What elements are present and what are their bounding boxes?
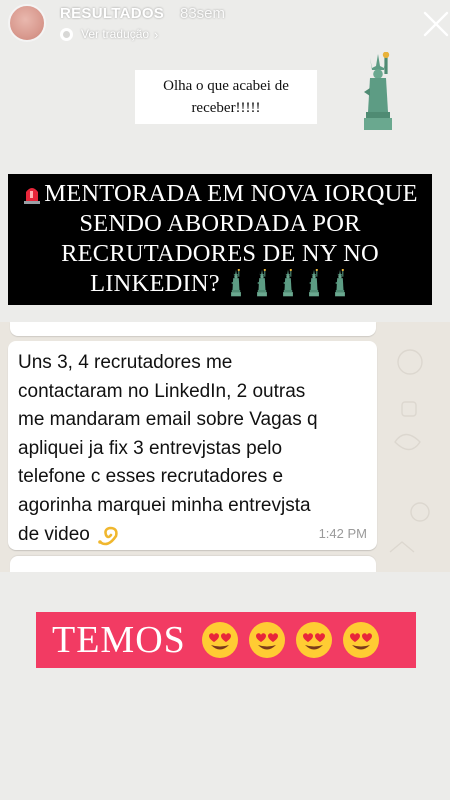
temos-banner: TEMOS <box>36 612 416 668</box>
banner-text: TEMOS <box>52 619 186 661</box>
next-message-bubble <box>10 556 376 572</box>
translate-link[interactable]: Ver tradução › <box>60 25 158 43</box>
heart-eyes-emoji <box>200 620 240 660</box>
message-text: Uns 3, 4 recrutadores me contactaram no … <box>18 352 318 545</box>
statue-of-liberty-icon <box>304 269 324 297</box>
account-name[interactable]: RESULTADOS <box>60 5 164 22</box>
police-siren-icon <box>24 188 41 204</box>
caption-box: Olha o que acabei de receber!!!!! <box>135 70 317 124</box>
avatar[interactable] <box>8 4 46 42</box>
chevron-right-icon: › <box>154 26 159 42</box>
statue-of-liberty-icon <box>278 269 298 297</box>
heart-eyes-emoji <box>341 620 381 660</box>
statue-of-liberty-icon <box>252 269 272 297</box>
message-bubble: Uns 3, 4 recrutadores me contactaram no … <box>8 341 377 550</box>
statue-icons <box>220 270 350 297</box>
heart-eyes-emoji <box>294 620 334 660</box>
globe-icon <box>60 27 73 41</box>
headline-box: MENTORADA EM NOVA IORQUE SENDO ABORDADA … <box>8 174 432 305</box>
statue-of-liberty-icon <box>226 269 246 297</box>
caption-text: Olha o que acabei de receber!!!!! <box>163 78 289 116</box>
story-header: RESULTADOS 83sem Ver tradução › <box>0 0 450 50</box>
close-button[interactable] <box>418 8 450 40</box>
statue-of-liberty-icon <box>353 52 403 132</box>
post-time: 83sem <box>180 5 226 22</box>
translate-label: Ver tradução <box>81 27 150 41</box>
heart-eyes-icons <box>200 620 388 660</box>
dizzy-icon <box>98 526 118 545</box>
previous-message-bubble <box>10 322 376 336</box>
statue-of-liberty-icon <box>330 269 350 297</box>
heart-eyes-emoji <box>247 620 287 660</box>
close-icon <box>423 11 449 37</box>
message-time: 1:42 PM <box>318 526 367 541</box>
